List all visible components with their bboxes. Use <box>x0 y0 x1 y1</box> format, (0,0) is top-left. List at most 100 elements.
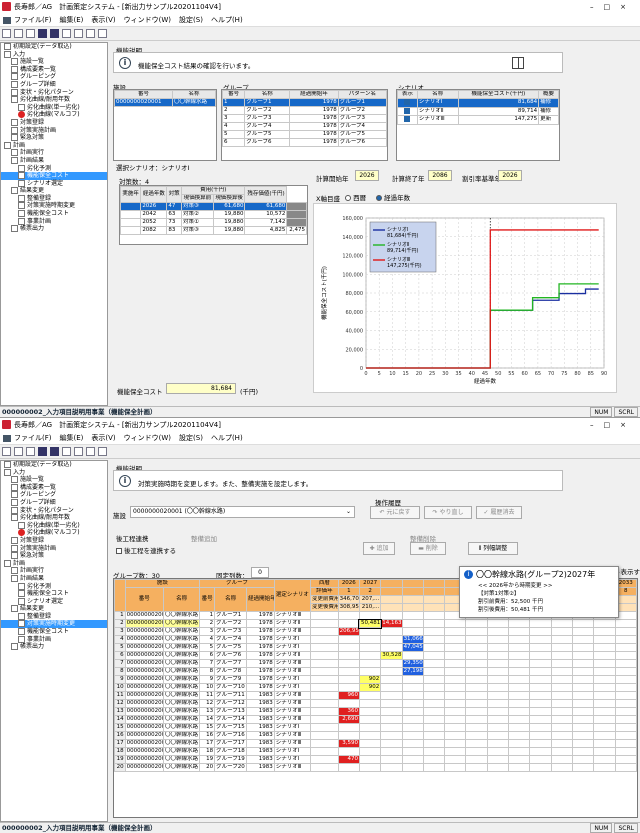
year-cell[interactable] <box>401 619 424 628</box>
year-cell[interactable] <box>508 731 531 740</box>
link-checkbox[interactable]: 後工程を連携する <box>116 545 176 555</box>
year-cell[interactable] <box>593 755 616 764</box>
year-cell[interactable] <box>486 763 510 772</box>
year-cell[interactable] <box>465 651 488 660</box>
tree-item[interactable]: 対策実施計画 <box>1 545 107 553</box>
table-row[interactable]: 40000000020001〇〇幹線水路4グループ41978シナリオⅠ31,06… <box>114 635 637 644</box>
year-cell[interactable] <box>529 643 552 652</box>
table-row[interactable]: 150000000020001〇〇幹線水路15グループ151983シナリオⅠ <box>114 723 637 732</box>
tree-item[interactable]: 計画 <box>1 560 107 568</box>
year-cell[interactable] <box>614 683 637 692</box>
year-cell[interactable] <box>401 691 424 700</box>
year-cell[interactable] <box>593 763 616 772</box>
year-cell[interactable] <box>486 755 510 764</box>
year-cell[interactable] <box>486 691 510 700</box>
table-row[interactable]: 2 グループ2 1978 グループ2 <box>222 106 387 115</box>
year-cell[interactable] <box>486 715 510 724</box>
year-cell[interactable] <box>422 731 446 740</box>
year-cell[interactable] <box>593 659 616 668</box>
table-row[interactable]: 60000000020001〇〇幹線水路6グループ61978シナリオⅡ30,52… <box>114 651 637 660</box>
year-cell[interactable] <box>550 651 573 660</box>
year-cell[interactable] <box>508 643 531 652</box>
year-cell[interactable] <box>529 739 552 748</box>
nav-tree[interactable]: 初期設定(データ取込) 入力 施設一覧 構成要素一覧 グルーピング グループ詳細 変状・劣化… <box>0 42 108 406</box>
open-icon[interactable] <box>14 447 23 456</box>
table-row[interactable]: シナリオⅡ 89,714 補修 <box>397 106 559 116</box>
year-cell[interactable] <box>380 763 403 772</box>
tree-item[interactable]: 対策登録 <box>1 537 107 545</box>
group-grid[interactable]: 番号 名称 経過開始年 パターン名 1 グループ1 1978 グループ1 2 グループ2 1978 グ… <box>221 89 388 161</box>
year-cell[interactable] <box>444 627 467 636</box>
table-row[interactable]: 1 グループ1 1978 グループ1 <box>222 98 387 107</box>
year-cell[interactable] <box>593 715 616 724</box>
tree-item[interactable]: 機能保全コスト <box>1 628 107 636</box>
year-cell[interactable] <box>422 667 446 676</box>
cost-cell[interactable]: 360 <box>337 707 360 716</box>
tree-item[interactable]: 緊急対策 <box>1 552 107 560</box>
tree-item[interactable]: 事業計画 <box>1 636 107 644</box>
tree-item[interactable]: グループ詳細 <box>1 81 107 89</box>
year-cell[interactable] <box>422 619 446 628</box>
year-cell[interactable] <box>571 731 595 740</box>
table-row[interactable]: 2026 47 対策③ 61,680 61,680 <box>120 202 307 211</box>
open-icon[interactable] <box>14 29 23 38</box>
facility-grid[interactable]: 番号 名称 0000000020001 〇〇幹線水路 <box>113 89 217 161</box>
year-cell[interactable] <box>401 755 424 764</box>
table-row[interactable]: 120000000020001〇〇幹線水路12グループ121983シナリオⅢ <box>114 699 637 708</box>
fixed-cols-spinner[interactable]: 0 <box>251 567 269 578</box>
year-cell[interactable] <box>486 683 510 692</box>
year-cell[interactable] <box>380 611 403 620</box>
year-cell[interactable] <box>358 699 382 708</box>
tree-item[interactable]: 緊急対策 <box>1 134 107 142</box>
year-cell[interactable] <box>550 667 573 676</box>
year-cell[interactable] <box>571 699 595 708</box>
year-cell[interactable] <box>529 635 552 644</box>
menu-window[interactable]: ウィンドウ(W) <box>120 14 175 27</box>
year-cell[interactable] <box>337 731 360 740</box>
tree-item[interactable]: 入力 <box>1 469 107 477</box>
table-row[interactable]: 2052 73 対策① 19,880 7,142 <box>120 218 307 227</box>
year-cell[interactable] <box>358 659 382 668</box>
year-cell[interactable] <box>380 675 403 684</box>
paste-icon[interactable] <box>86 447 95 456</box>
window-controls[interactable]: –□× <box>590 0 636 14</box>
year-cell[interactable] <box>508 699 531 708</box>
year-cell[interactable] <box>614 715 637 724</box>
year-cell[interactable] <box>550 763 573 772</box>
tree-item[interactable]: 結果変更 <box>1 187 107 195</box>
menu-file[interactable]: ファイル(F) <box>0 14 56 27</box>
year-cell[interactable] <box>593 643 616 652</box>
year-cell[interactable] <box>571 643 595 652</box>
year-cell[interactable] <box>508 635 531 644</box>
save-icon[interactable] <box>26 29 35 38</box>
menu-file[interactable]: ファイル(F) <box>0 432 56 445</box>
copy-icon[interactable] <box>74 447 83 456</box>
year-cell[interactable] <box>571 747 595 756</box>
tree-item[interactable]: 機能保全コスト <box>1 172 107 180</box>
year-cell[interactable] <box>571 627 595 636</box>
year-cell[interactable] <box>358 691 382 700</box>
tree-item[interactable]: 劣化曲線/耐用年数 <box>1 514 107 522</box>
year-cell[interactable] <box>614 627 637 636</box>
cost-cell[interactable]: 3,590 <box>337 739 360 748</box>
year-cell[interactable] <box>444 715 467 724</box>
year-cell[interactable] <box>486 739 510 748</box>
year-cell[interactable] <box>422 739 446 748</box>
year-cell[interactable] <box>593 707 616 716</box>
tree-item[interactable]: 入力 <box>1 51 107 59</box>
year-cell[interactable] <box>465 707 488 716</box>
table-row[interactable]: 5 グループ5 1978 グループ5 <box>222 130 387 139</box>
year-cell[interactable] <box>444 619 467 628</box>
table-row[interactable]: 50000000020001〇〇幹線水路5グループ51978シナリオⅠ47,04… <box>114 643 637 652</box>
year-cell[interactable] <box>422 715 446 724</box>
delete-button[interactable]: ▬ 削除 <box>410 542 446 555</box>
measure-grid[interactable]: 実施年 経過年数 対策 費用(千円) 残存価値(千円) 現価換算前 現価換算後 2026 47 対… <box>119 185 308 245</box>
cost-cell[interactable]: 206,950 <box>337 627 360 636</box>
year-cell[interactable] <box>529 747 552 756</box>
year-cell[interactable] <box>465 763 488 772</box>
table-row[interactable]: 80000000020001〇〇幹線水路8グループ81978シナリオⅢ27,19… <box>114 667 637 676</box>
year-cell[interactable] <box>401 731 424 740</box>
year-cell[interactable] <box>465 659 488 668</box>
undo-button[interactable]: ↶ 元に戻す <box>370 506 420 519</box>
year-cell[interactable] <box>401 611 424 620</box>
